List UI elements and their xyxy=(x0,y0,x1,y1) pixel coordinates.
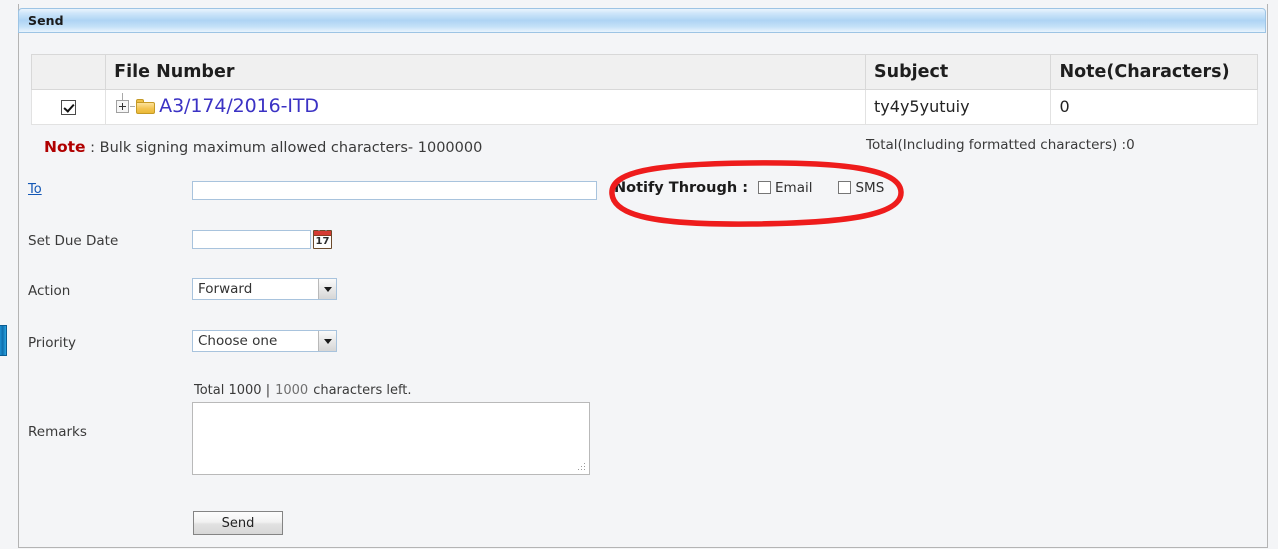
notify-sms-checkbox[interactable] xyxy=(838,181,852,194)
row-select-cell xyxy=(30,89,107,125)
due-date-input[interactable] xyxy=(192,230,311,249)
table-header-row: File Number Subject Note(Characters) xyxy=(30,54,1258,90)
notify-email-checkbox[interactable] xyxy=(758,181,772,194)
tree-connector xyxy=(114,93,136,119)
folder-icon xyxy=(136,98,156,114)
remarks-left-suffix: characters left. xyxy=(313,383,412,398)
remarks-textarea[interactable] xyxy=(192,402,590,475)
window-title: Send xyxy=(28,13,64,28)
column-header-note-characters: Note(Characters) xyxy=(1050,54,1258,90)
due-date-label: Set Due Date xyxy=(28,233,119,249)
notify-sms-option[interactable]: SMS xyxy=(838,180,884,196)
file-number-link[interactable]: A3/174/2016-ITD xyxy=(159,96,319,116)
remarks-character-counter: Total 1000 | 1000 characters left. xyxy=(194,383,412,398)
window-title-bar: Send xyxy=(18,8,1266,33)
to-input[interactable] xyxy=(192,181,597,200)
notify-email-label: Email xyxy=(775,180,813,196)
bulk-signing-note: Note : Bulk signing maximum allowed char… xyxy=(44,138,482,156)
remarks-left-count: 1000 xyxy=(275,383,309,398)
priority-label: Priority xyxy=(28,335,77,351)
note-text: Bulk signing maximum allowed characters-… xyxy=(99,140,483,156)
remarks-label: Remarks xyxy=(28,424,87,440)
column-header-select xyxy=(30,54,107,90)
row-select-checkbox[interactable] xyxy=(61,99,77,115)
notify-sms-label: SMS xyxy=(855,180,885,196)
priority-select[interactable]: Choose one xyxy=(192,330,337,352)
note-label: Note xyxy=(44,138,86,156)
remarks-total-text: Total 1000 | xyxy=(194,383,271,398)
panel-collapse-handle[interactable] xyxy=(0,325,7,356)
chevron-down-icon[interactable] xyxy=(318,331,336,351)
priority-selected-value: Choose one xyxy=(198,333,278,349)
file-number-cell: A3/174/2016-ITD xyxy=(105,89,867,125)
total-characters-text: Total(Including formatted characters) :0 xyxy=(866,137,1135,153)
note-separator: : xyxy=(85,140,100,156)
action-selected-value: Forward xyxy=(198,281,253,297)
file-table: File Number Subject Note(Characters) A3/… xyxy=(30,54,1258,125)
calendar-icon[interactable]: 17 xyxy=(313,230,332,249)
column-header-subject: Subject xyxy=(865,54,1052,90)
send-button[interactable]: Send xyxy=(193,511,283,535)
subject-cell: ty4y5yutuiy xyxy=(865,89,1052,125)
note-characters-cell: 0 xyxy=(1050,89,1258,125)
chevron-down-icon[interactable] xyxy=(318,279,336,299)
notify-through-label: Notify Through : xyxy=(614,180,749,196)
column-header-file-number: File Number xyxy=(105,54,867,90)
calendar-day-number: 17 xyxy=(315,236,330,247)
action-label: Action xyxy=(28,283,71,299)
to-link[interactable]: To xyxy=(28,182,42,197)
notify-through-group: Notify Through : Email SMS xyxy=(614,180,884,196)
notify-email-option[interactable]: Email xyxy=(758,180,812,196)
action-select[interactable]: Forward xyxy=(192,278,337,300)
expand-plus-icon[interactable] xyxy=(116,100,130,113)
table-row: A3/174/2016-ITD ty4y5yutuiy 0 xyxy=(30,89,1258,125)
